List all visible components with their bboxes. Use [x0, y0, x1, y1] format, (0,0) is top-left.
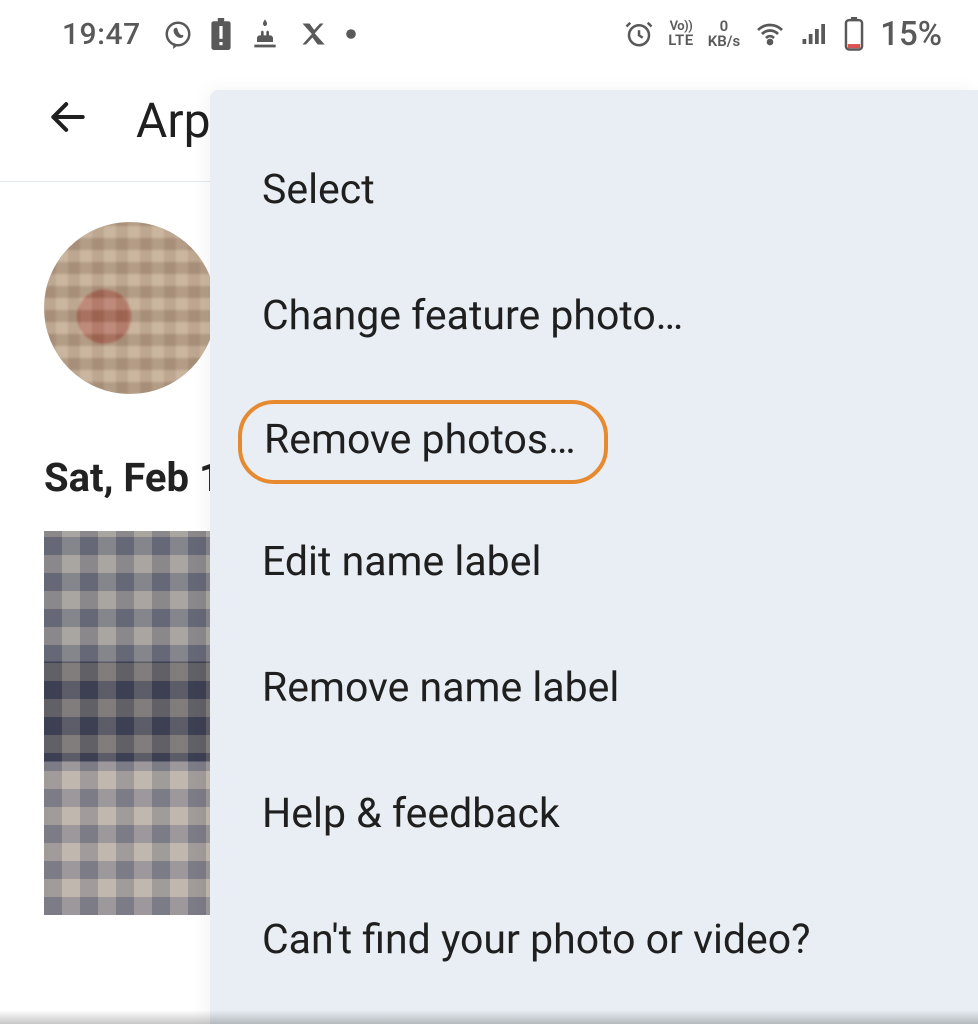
- status-bar-left: 19:47: [62, 17, 357, 52]
- whatsapp-icon: [163, 19, 193, 49]
- status-time: 19:47: [62, 17, 141, 52]
- menu-item-select[interactable]: Select: [262, 142, 926, 238]
- birthday-icon: [249, 18, 281, 50]
- alarm-icon: [624, 19, 654, 49]
- menu-item-remove-photos[interactable]: Remove photos…: [238, 400, 608, 484]
- battery-alert-icon: [211, 18, 231, 50]
- battery-percent: 15%: [880, 15, 942, 54]
- menu-item-cant-find[interactable]: Can't find your photo or video?: [262, 892, 926, 988]
- menu-item-help-feedback[interactable]: Help & feedback: [262, 766, 926, 862]
- menu-item-remove-name-label[interactable]: Remove name label: [262, 640, 926, 736]
- menu-item-edit-name-label[interactable]: Edit name label: [262, 514, 926, 610]
- signal-icon: [800, 19, 830, 49]
- status-bar: 19:47: [0, 0, 978, 72]
- status-bar-right: Vo)) LTE 0 KB/s 15%: [624, 15, 942, 54]
- volte-icon: Vo)) LTE: [668, 20, 694, 48]
- back-arrow-icon[interactable]: [46, 95, 90, 146]
- overflow-menu: Select Change feature photo… Remove phot…: [210, 90, 978, 1024]
- page-title: Arp: [136, 92, 211, 149]
- person-avatar[interactable]: [44, 222, 216, 394]
- menu-item-change-feature-photo[interactable]: Change feature photo…: [262, 268, 926, 364]
- net-speed-indicator: 0 KB/s: [708, 19, 740, 49]
- dot-icon: [345, 28, 357, 40]
- wifi-icon: [754, 18, 786, 50]
- x-icon: [299, 20, 327, 48]
- battery-icon: [844, 17, 864, 51]
